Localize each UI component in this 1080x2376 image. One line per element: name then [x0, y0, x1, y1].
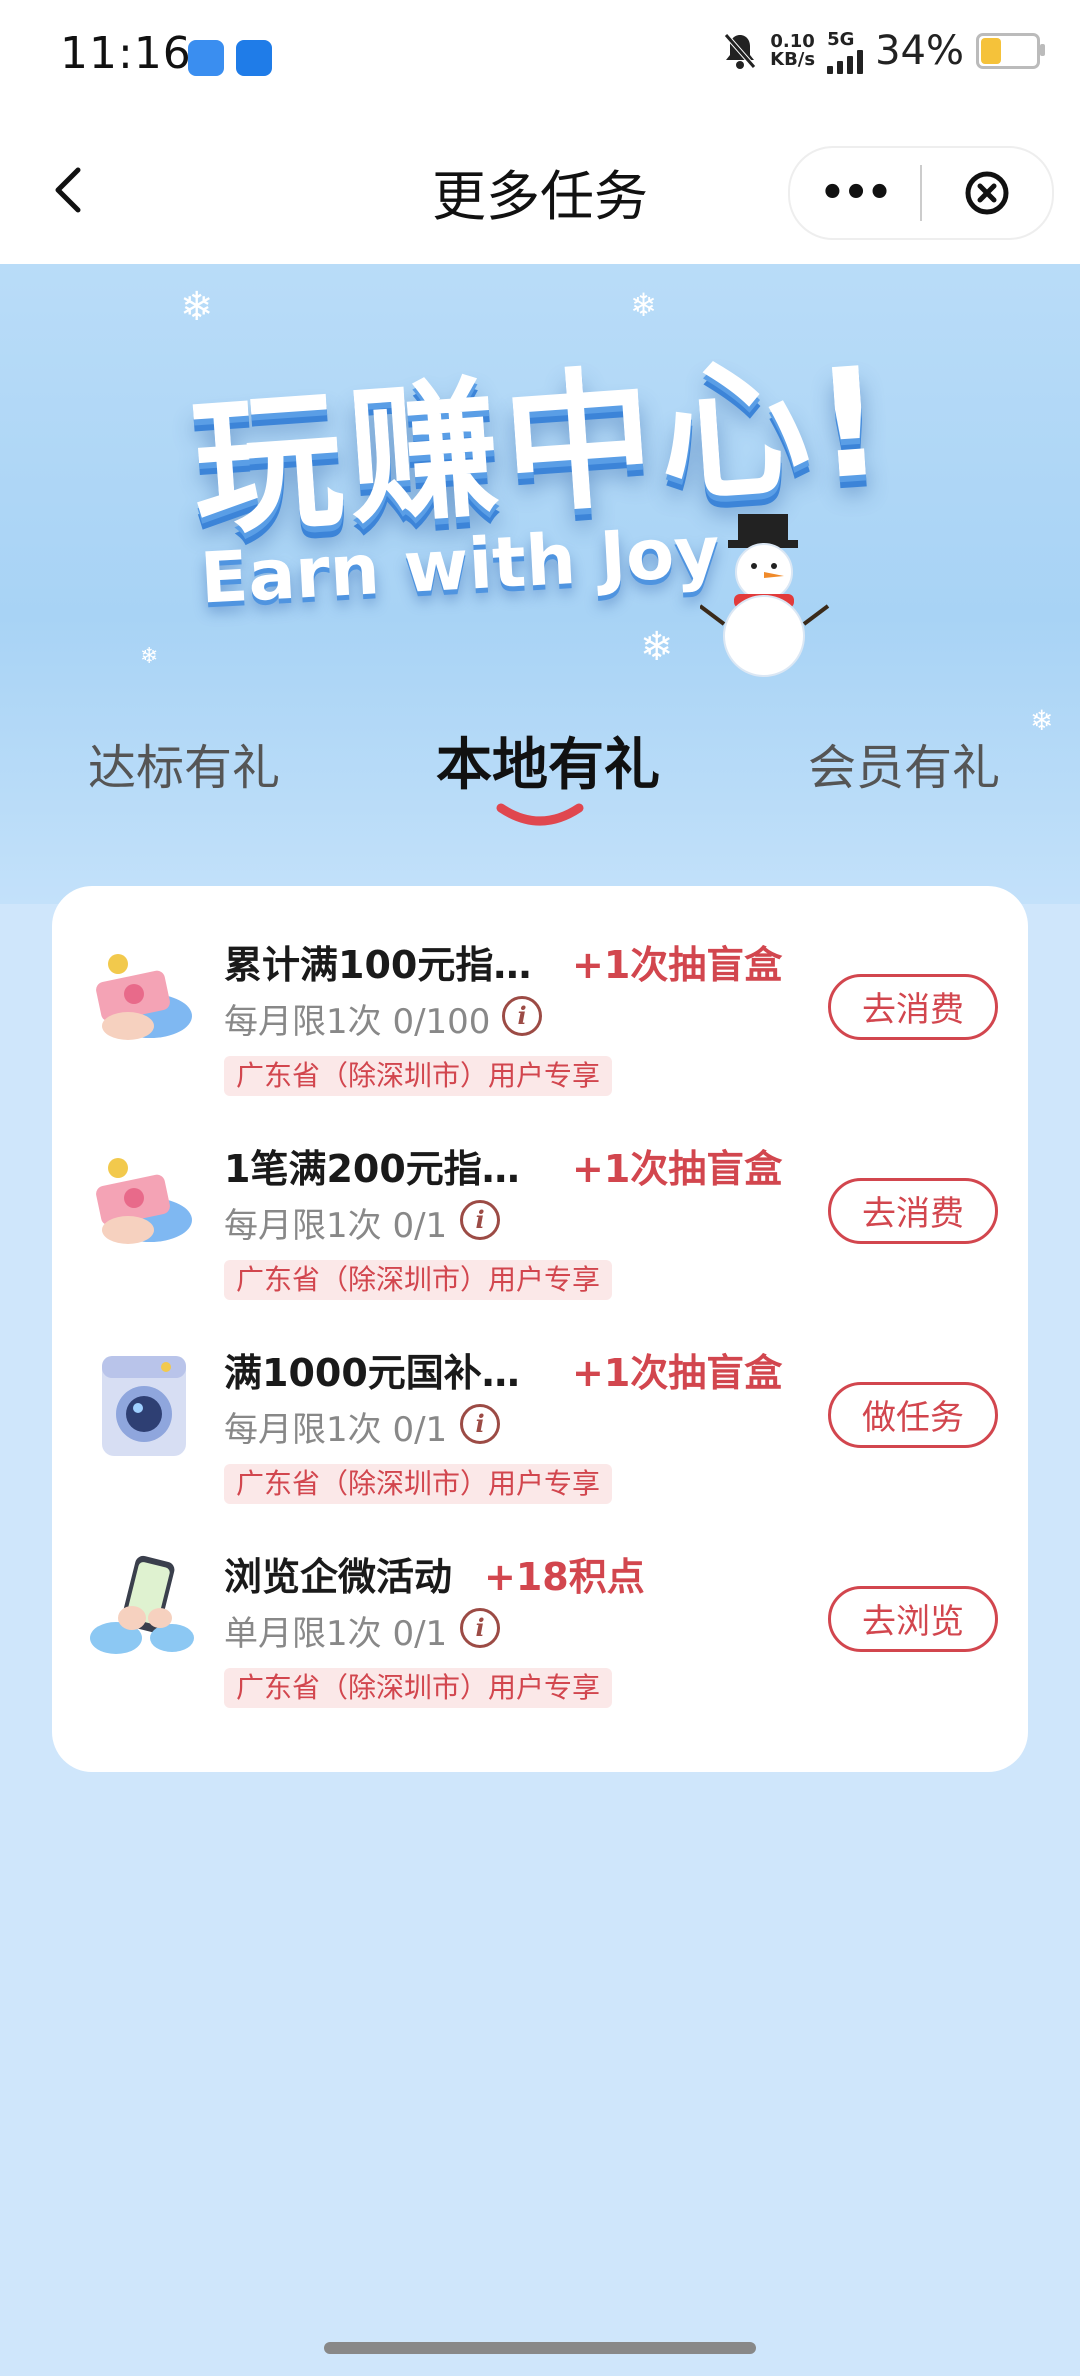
notification-app-icon: [236, 40, 272, 76]
task-title: 满1000元国补…: [224, 1351, 520, 1395]
task-limit: 每月限1次 0/1: [224, 1206, 448, 1246]
region-tag: 广东省（除深圳市）用户专享: [224, 1668, 613, 1708]
task-limit: 每月限1次 0/100: [224, 1002, 491, 1042]
active-tab-indicator: [496, 803, 584, 826]
signal-bars-icon: [827, 49, 864, 74]
task-reward: +1次抽盲盒: [572, 943, 783, 987]
mute-bell-icon: [724, 33, 757, 69]
tab-standard-gift[interactable]: 达标有礼: [88, 728, 280, 798]
task-action-button[interactable]: 去消费: [828, 1178, 998, 1244]
info-icon[interactable]: i: [460, 1608, 500, 1648]
mini-program-capsule: •••: [788, 146, 1054, 240]
region-tag: 广东省（除深圳市）用户专享: [224, 1464, 613, 1504]
task-action-button[interactable]: 去浏览: [828, 1586, 998, 1652]
home-indicator[interactable]: [324, 2342, 756, 2354]
task-row: 1笔满200元指… +1次抽盲盒 每月限1次 0/1 i 广东省（除深圳市）用户…: [52, 1118, 1028, 1308]
task-reward: +1次抽盲盒: [572, 1147, 783, 1191]
washing-machine-icon: [102, 1356, 186, 1456]
notification-app-icon: [188, 40, 224, 76]
signal-indicator: 5G: [827, 29, 864, 74]
battery-percent: 34%: [875, 28, 964, 74]
status-time: 11:16: [60, 28, 192, 79]
info-icon[interactable]: i: [502, 996, 542, 1036]
task-action-button[interactable]: 去消费: [828, 974, 998, 1040]
task-row: 浏览企微活动 +18积点 单月限1次 0/1 i 广东省（除深圳市）用户专享 去…: [52, 1526, 1028, 1716]
region-tag: 广东省（除深圳市）用户专享: [224, 1260, 613, 1300]
task-limit: 单月限1次 0/1: [224, 1614, 448, 1654]
close-circle-icon: [965, 171, 1009, 215]
task-title: 累计满100元指…: [224, 943, 532, 987]
more-button[interactable]: •••: [790, 170, 920, 216]
task-list-card: 累计满100元指… +1次抽盲盒 每月限1次 0/100 i 广东省（除深圳市）…: [52, 886, 1028, 1772]
task-reward: +18积点: [484, 1555, 645, 1599]
tab-member-gift[interactable]: 会员有礼: [808, 728, 1000, 798]
net-speed: 0.10 KB/s: [770, 31, 816, 70]
cash-hand-icon: [96, 954, 192, 1040]
phone-hand-icon: [90, 1555, 194, 1654]
snowman-icon: [700, 514, 830, 677]
snowflake-icon: ❄: [640, 624, 674, 670]
close-button[interactable]: [922, 170, 1052, 216]
task-title: 1笔满200元指…: [224, 1147, 520, 1191]
status-bar: 11:16 0.10 KB/s 5G 34%: [0, 0, 1080, 120]
task-row: 满1000元国补… +1次抽盲盒 每月限1次 0/1 i 广东省（除深圳市）用户…: [52, 1322, 1028, 1512]
tab-bar: 达标有礼 本地有礼 会员有礼: [0, 720, 1080, 840]
task-reward: +1次抽盲盒: [572, 1351, 783, 1395]
cash-hand-icon: [96, 1158, 192, 1244]
task-action-button[interactable]: 做任务: [828, 1382, 998, 1448]
task-row: 累计满100元指… +1次抽盲盒 每月限1次 0/100 i 广东省（除深圳市）…: [52, 914, 1028, 1104]
info-icon[interactable]: i: [460, 1200, 500, 1240]
snowflake-icon: ❄: [180, 284, 214, 330]
snowflake-icon: ❄: [140, 644, 159, 669]
nav-bar: 更多任务 •••: [0, 120, 1080, 264]
task-limit: 每月限1次 0/1: [224, 1410, 448, 1450]
task-title: 浏览企微活动: [224, 1555, 453, 1599]
info-icon[interactable]: i: [460, 1404, 500, 1444]
status-indicators: 0.10 KB/s 5G 34%: [722, 28, 1045, 74]
tab-local-gift[interactable]: 本地有礼: [436, 720, 660, 801]
battery-icon: [976, 33, 1045, 69]
region-tag: 广东省（除深圳市）用户专享: [224, 1056, 613, 1096]
